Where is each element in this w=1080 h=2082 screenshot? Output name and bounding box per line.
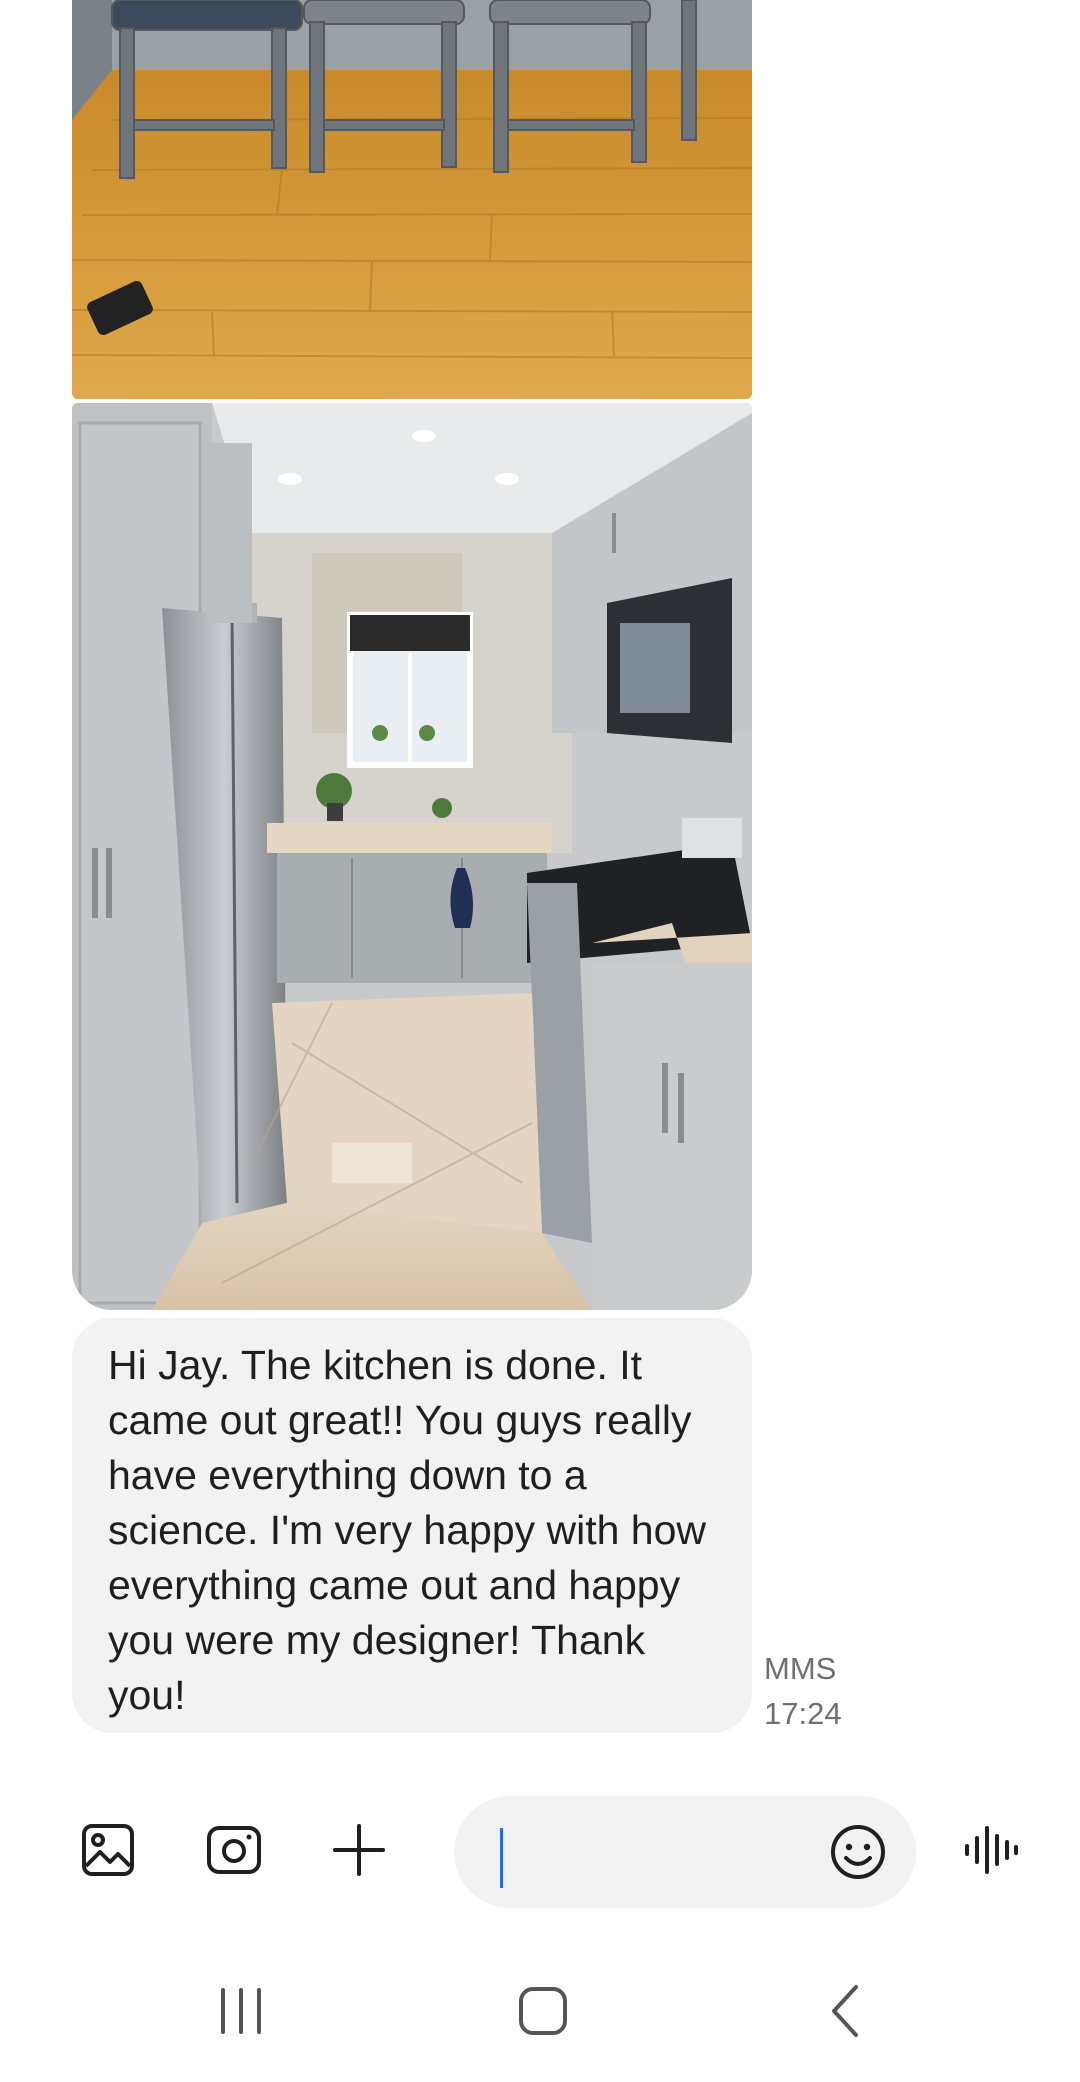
- kitchen-photo: [72, 403, 752, 1310]
- system-navigation-bar: [0, 1950, 1080, 2082]
- voice-record-button[interactable]: [955, 1814, 1027, 1886]
- floor-photo: [72, 0, 752, 399]
- plus-icon: [333, 1824, 385, 1876]
- emoji-icon: [831, 1825, 885, 1879]
- message-composer: [0, 1790, 1080, 1910]
- gallery-button[interactable]: [72, 1814, 144, 1886]
- message-input-container[interactable]: [454, 1796, 916, 1908]
- add-attachment-button[interactable]: [323, 1814, 395, 1886]
- home-icon: [519, 1987, 567, 2035]
- recents-button[interactable]: [196, 1976, 286, 2046]
- back-icon: [832, 1985, 858, 2037]
- voice-waveform-icon: [965, 1826, 1018, 1874]
- message-type-label: MMS: [764, 1651, 837, 1686]
- text-cursor: [500, 1828, 503, 1888]
- back-button[interactable]: [800, 1976, 890, 2046]
- message-input[interactable]: [500, 1816, 804, 1890]
- recents-icon: [221, 1988, 261, 2034]
- gallery-icon: [82, 1824, 134, 1876]
- message-bubble[interactable]: Hi Jay. The kitchen is done. It came out…: [72, 1318, 752, 1733]
- image-attachment-floor[interactable]: [72, 0, 752, 399]
- camera-icon: [207, 1826, 261, 1874]
- camera-button[interactable]: [198, 1814, 270, 1886]
- message-time: 17:24: [764, 1696, 842, 1731]
- message-meta: MMS 17:24: [764, 1646, 842, 1736]
- image-attachment-kitchen[interactable]: [72, 403, 752, 1310]
- message-thread: Hi Jay. The kitchen is done. It came out…: [0, 0, 1080, 1760]
- home-button[interactable]: [498, 1976, 588, 2046]
- message-text: Hi Jay. The kitchen is done. It came out…: [108, 1342, 707, 1718]
- emoji-button[interactable]: [822, 1816, 894, 1888]
